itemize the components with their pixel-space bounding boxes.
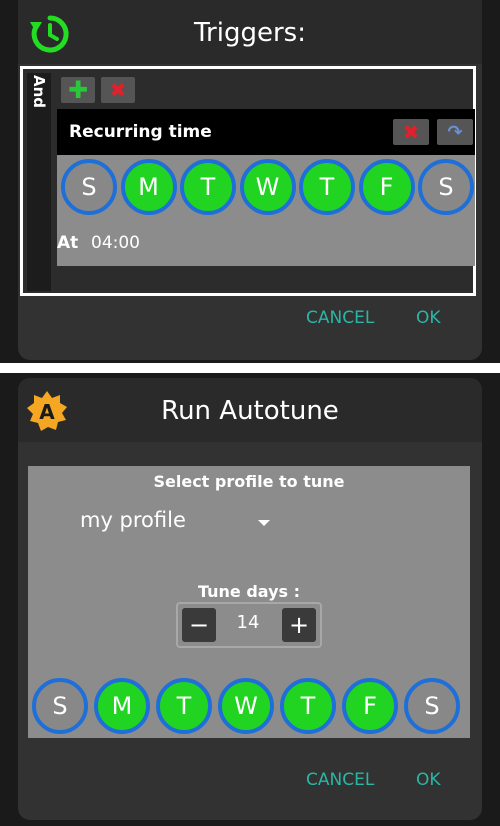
weekday-toggle[interactable]: S: [32, 678, 88, 734]
weekday-toggle[interactable]: T: [156, 678, 212, 734]
plus-icon: ✚: [67, 76, 89, 104]
autotune-dialog-header: A Run Autotune: [18, 378, 482, 442]
and-group-bar[interactable]: And: [27, 73, 51, 291]
delete-trigger-button[interactable]: ✖: [393, 119, 429, 145]
ok-button[interactable]: OK: [416, 770, 441, 790]
weekday-toggle[interactable]: S: [404, 678, 460, 734]
trigger-header: Recurring time ✖ ↷: [57, 109, 475, 155]
weekday-toggle[interactable]: T: [299, 159, 355, 215]
triggers-dialog: Triggers: And ✚ ✖ Recurring time ✖ ↷ S M…: [18, 0, 482, 360]
trigger-title: Recurring time: [69, 122, 212, 142]
trigger-time-row: At 04:00: [57, 233, 475, 257]
cancel-button[interactable]: CANCEL: [306, 770, 374, 790]
delete-x-icon: ✖: [109, 78, 127, 102]
autotune-settings-panel: Select profile to tune my profile Tune d…: [28, 466, 470, 738]
cancel-button[interactable]: CANCEL: [306, 308, 374, 328]
weekday-toggle[interactable]: W: [218, 678, 274, 734]
weekday-selector: SMTWTFS: [57, 159, 475, 219]
decrement-button[interactable]: −: [182, 608, 216, 642]
at-label: At: [57, 233, 79, 253]
and-group-label: And: [30, 75, 48, 109]
weekday-toggle[interactable]: T: [280, 678, 336, 734]
weekday-toggle[interactable]: S: [61, 159, 117, 215]
screen: Triggers: And ✚ ✖ Recurring time ✖ ↷ S M…: [0, 0, 500, 826]
triggers-dialog-header: Triggers:: [18, 0, 482, 64]
weekday-selector: SMTWTFS: [28, 678, 460, 738]
tune-days-label: Tune days :: [197, 582, 301, 601]
weekday-toggle[interactable]: F: [358, 159, 415, 215]
increment-button[interactable]: +: [282, 608, 316, 642]
select-profile-label: Select profile to tune: [153, 472, 345, 491]
weekday-toggle[interactable]: T: [180, 159, 236, 215]
dialog-actions: CANCEL OK: [18, 770, 482, 810]
weekday-toggle[interactable]: W: [239, 159, 296, 215]
dialog-title: Run Autotune: [161, 396, 339, 426]
undo-button[interactable]: ↷: [437, 119, 473, 145]
weekday-toggle[interactable]: S: [418, 159, 474, 215]
profile-dropdown[interactable]: my profile: [80, 508, 280, 542]
tune-days-value[interactable]: 14: [218, 612, 278, 633]
weekday-toggle[interactable]: M: [120, 159, 177, 215]
autotune-dialog: A Run Autotune Select profile to tune my…: [18, 378, 482, 820]
time-value[interactable]: 04:00: [91, 233, 140, 253]
undo-icon: ↷: [447, 121, 463, 143]
recurring-time-trigger: Recurring time ✖ ↷ SMTWTFS At 04:00: [57, 109, 475, 266]
chevron-down-icon: [258, 520, 270, 526]
tune-days-stepper: − 14 +: [176, 602, 322, 648]
ok-button[interactable]: OK: [416, 308, 441, 328]
trigger-group-frame: And ✚ ✖ Recurring time ✖ ↷ SMTWTFS At 04…: [20, 66, 476, 296]
profile-value: my profile: [80, 508, 186, 532]
screenshot-divider: [0, 363, 500, 373]
delete-x-icon: ✖: [402, 120, 420, 144]
dialog-title: Triggers:: [194, 18, 306, 48]
dialog-actions: CANCEL OK: [18, 308, 482, 348]
add-trigger-button[interactable]: ✚: [61, 76, 95, 104]
remove-group-button[interactable]: ✖: [101, 77, 135, 103]
weekday-toggle[interactable]: F: [342, 678, 398, 734]
weekday-toggle[interactable]: M: [94, 678, 150, 734]
